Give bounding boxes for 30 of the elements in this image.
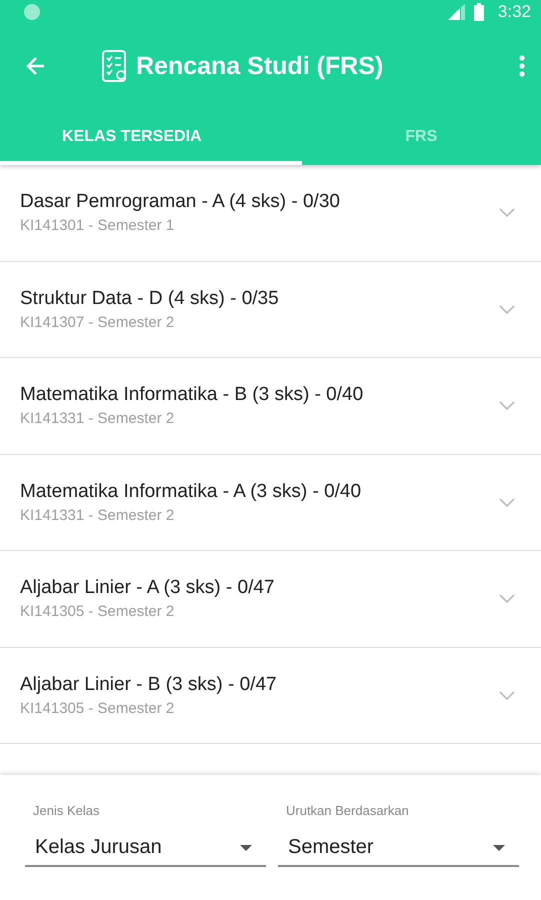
dropdown[interactable]: Semester xyxy=(278,832,519,867)
notification-dot-icon xyxy=(24,4,40,20)
signal-icon xyxy=(446,4,466,20)
dropdown-label: Urutkan Berdasarkan xyxy=(285,803,410,818)
chevron-down-icon[interactable] xyxy=(499,208,515,218)
dropdown-caret-icon xyxy=(493,844,505,850)
course-title: Aljabar Linier - A (3 sks) - 0/47 xyxy=(20,577,276,600)
course-code: KI141301 - Semester 1 xyxy=(20,217,176,234)
course-title: Matematika Informatika - B (3 sks) - 0/40 xyxy=(20,384,364,406)
toolbar-title: Rencana Studi (FRS) xyxy=(136,52,384,80)
chevron-down-icon[interactable] xyxy=(499,690,515,700)
course-code: KI141305 - Semester 2 xyxy=(20,603,176,620)
dropdown-label: Jenis Kelas xyxy=(32,803,100,818)
chevron-down-icon[interactable] xyxy=(499,594,515,604)
dropdown[interactable]: Kelas Jurusan xyxy=(25,832,266,867)
course-title: Matematika Informatika - A (3 sks) - 0/40 xyxy=(20,480,362,503)
dropdown-caret-icon xyxy=(240,844,252,850)
course-title: Struktur Data - D (4 sks) - 0/35 xyxy=(20,288,280,310)
status-time: 3:32 xyxy=(498,2,531,22)
more-options-icon[interactable] xyxy=(519,55,525,77)
course-code: KI141307 - Semester 2 xyxy=(20,314,176,331)
chevron-down-icon[interactable] xyxy=(499,498,515,507)
course-title: Aljabar Linier - B (3 sks) - 0/47 xyxy=(20,674,278,696)
course-title: Dasar Pemrograman - A (4 sks) - 0/30 xyxy=(20,191,341,214)
course-code: KI141331 - Semester 2 xyxy=(20,410,176,428)
battery-icon xyxy=(474,3,484,21)
chevron-down-icon[interactable] xyxy=(499,304,515,314)
course-code: KI141331 - Semester 2 xyxy=(20,506,176,524)
course-code: KI141305 - Semester 2 xyxy=(20,700,176,717)
chevron-down-icon[interactable] xyxy=(499,401,515,410)
